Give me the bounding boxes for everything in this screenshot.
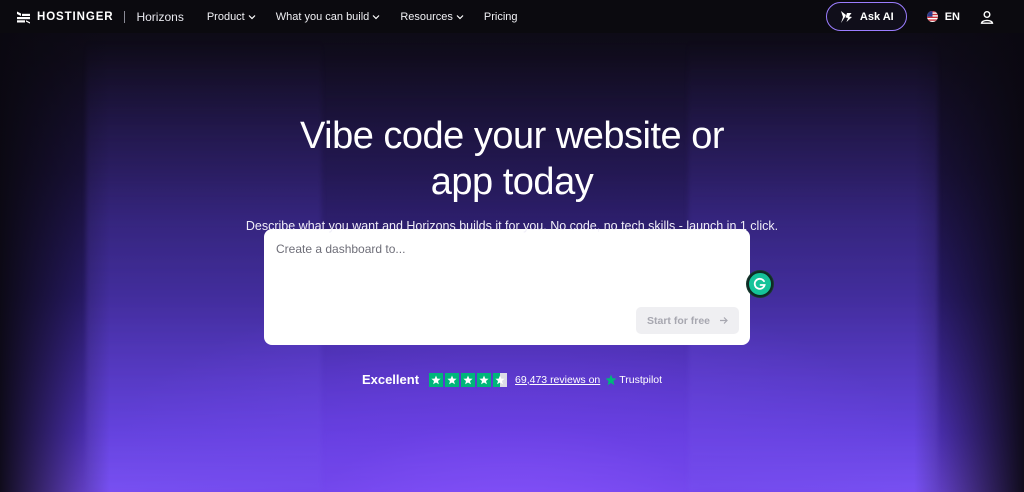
language-label: EN [944,10,960,23]
star-icon [477,372,492,387]
chevron-down-icon [248,14,256,19]
us-flag-icon [926,11,938,22]
arrow-right-icon [720,317,728,324]
star-icon [429,372,444,387]
hostinger-logo-icon [17,11,30,24]
menu-item-pricing[interactable]: Pricing [484,11,518,23]
chevron-down-icon [372,14,380,19]
chevron-down-icon [456,14,464,19]
menu-item-product[interactable]: Product [207,11,256,23]
trustpilot-label: Trustpilot [619,373,663,386]
start-for-free-button[interactable]: Start for free [635,307,739,334]
menu-item-label: Product [206,10,245,23]
brand-name: HOSTINGER [37,10,114,23]
logo[interactable]: HOSTINGER Horizons [16,10,184,24]
menu-item-label: Resources [400,10,453,23]
hero-subtitle: Describe what you want and Horizons buil… [245,219,779,233]
start-button-label: Start for free [646,314,710,327]
menu-item-resources[interactable]: Resources [400,11,464,23]
hero-section: Vibe code your website or app today Desc… [0,33,1024,233]
menu-item-label: Pricing [483,10,518,23]
rating-word: Excellent [361,372,420,387]
reviews-link[interactable]: 69,473 reviews on [515,374,600,386]
prompt-card: Start for free [264,229,750,345]
trustpilot-brand: Trustpilot [605,374,662,386]
grammarly-widget[interactable] [747,271,773,297]
menu-item-what-you-can-build[interactable]: What you can build [276,11,381,23]
rating-stars [429,372,508,387]
trustpilot-star-icon [605,374,617,385]
headline-line-1: Vibe code your website or [299,115,725,157]
star-icon [461,372,476,387]
prompt-input[interactable] [264,229,750,299]
ask-ai-button[interactable]: Ask AI [825,2,907,31]
language-selector[interactable]: EN [926,10,960,23]
product-name: Horizons [136,9,184,24]
page-title: Vibe code your website or app today [0,113,1024,205]
grammarly-icon [753,277,766,290]
user-icon[interactable] [980,10,994,24]
logo-divider [124,10,126,23]
main-menu: Product What you can build Resources Pri… [207,11,518,23]
trustpilot-rating: Excellent 69,473 reviews on Trustpilot [0,372,1024,387]
top-navigation: HOSTINGER Horizons Product What you can … [0,0,1024,33]
menu-item-label: What you can build [275,10,370,23]
star-half-icon [493,372,508,387]
headline-line-2: app today [430,161,594,203]
ask-ai-icon [840,10,852,23]
star-icon [445,372,460,387]
ask-ai-label: Ask AI [859,10,894,23]
nav-actions: Ask AI EN [825,2,1008,31]
